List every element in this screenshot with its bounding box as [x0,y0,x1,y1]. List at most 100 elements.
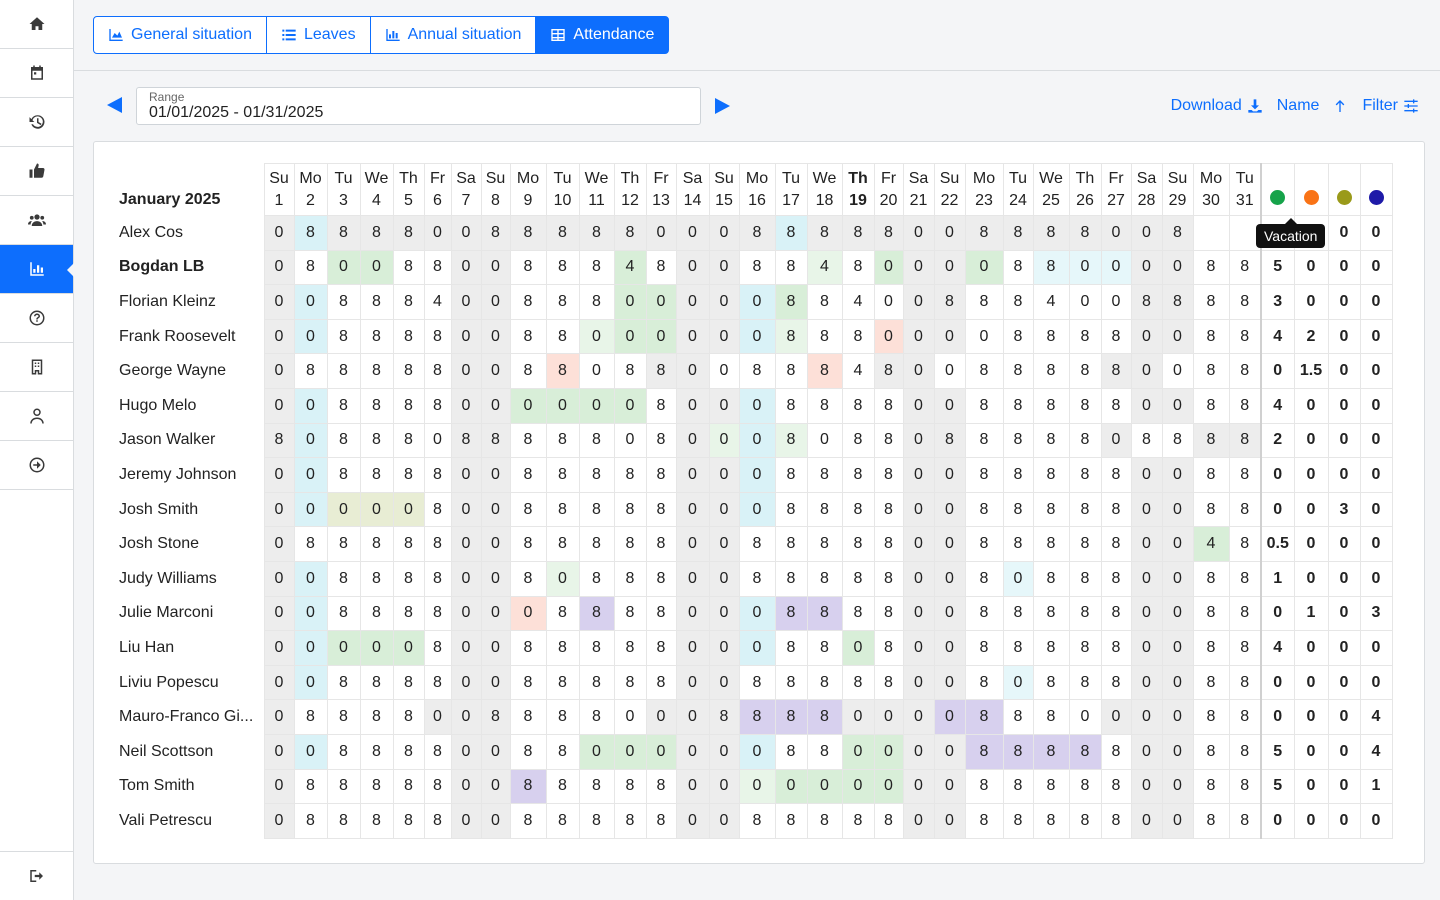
attendance-cell[interactable]: 0 [902,457,935,493]
attendance-cell[interactable]: 0 [675,422,710,459]
attendance-cell[interactable]: 8 [1032,318,1070,355]
attendance-cell[interactable]: 0 [933,457,966,493]
attendance-cell[interactable]: 0 [902,630,935,666]
attendance-cell[interactable]: 8 [645,803,677,839]
attendance-cell[interactable]: 8 [578,249,615,286]
attendance-cell[interactable]: 0 [480,491,511,528]
attendance-cell[interactable]: 0 [708,491,740,528]
attendance-cell[interactable]: 0 [450,595,482,632]
attendance-cell[interactable]: 8 [645,768,677,805]
attendance-cell[interactable]: 8 [964,422,1004,459]
attendance-cell[interactable]: 8 [326,526,361,562]
employee-name[interactable]: Jason Walker [107,423,264,458]
attendance-cell[interactable]: 0 [841,733,875,770]
attendance-cell[interactable]: 8 [1002,215,1034,251]
attendance-cell[interactable]: 8 [293,353,328,389]
previous-month-arrow-icon[interactable] [107,97,122,113]
attendance-cell[interactable]: 0 [738,387,776,424]
range-field[interactable]: Range 01/01/2025 - 01/31/2025 [136,87,701,125]
sidebar-item-home[interactable] [0,0,73,49]
attendance-cell[interactable]: 8 [578,803,615,839]
attendance-cell[interactable]: 0 [263,803,295,839]
attendance-cell[interactable]: 8 [1192,560,1230,597]
attendance-cell[interactable]: 8 [578,215,615,251]
attendance-cell[interactable]: 0 [933,768,966,805]
attendance-cell[interactable]: 8 [545,595,580,632]
attendance-cell[interactable]: 8 [1130,422,1163,459]
attendance-cell[interactable]: 8 [774,803,808,839]
attendance-cell[interactable]: 0 [1161,491,1194,528]
attendance-cell[interactable]: 8 [423,387,452,424]
leave-type-dot-icon[interactable] [1368,190,1384,205]
range-value[interactable]: 01/01/2025 - 01/31/2025 [149,104,323,122]
attendance-cell[interactable]: 0 [392,630,425,666]
attendance-cell[interactable]: 8 [1100,595,1132,632]
attendance-cell[interactable]: 8 [613,457,647,493]
attendance-cell[interactable]: 8 [1068,353,1102,389]
attendance-cell[interactable]: 0 [873,249,904,286]
attendance-cell[interactable]: 8 [423,353,452,389]
attendance-cell[interactable]: 8 [1002,318,1034,355]
attendance-cell[interactable]: 0 [263,284,295,320]
attendance-cell[interactable]: 0 [933,353,966,389]
attendance-cell[interactable]: 8 [738,526,776,562]
attendance-cell[interactable]: 0 [263,491,295,528]
attendance-cell[interactable]: 0 [1161,387,1194,424]
attendance-cell[interactable]: 8 [708,699,740,735]
attendance-cell[interactable]: 0 [263,353,295,389]
attendance-cell[interactable]: 8 [964,353,1004,389]
attendance-cell[interactable]: 0 [902,768,935,805]
attendance-cell[interactable]: 8 [933,284,966,320]
sidebar-item-help[interactable] [0,294,73,343]
attendance-cell[interactable]: 8 [1192,491,1230,528]
attendance-cell[interactable]: 8 [1192,595,1230,632]
attendance-cell[interactable]: 4 [806,249,843,286]
attendance-cell[interactable]: 0 [902,215,935,251]
attendance-cell[interactable]: 0 [708,353,740,389]
attendance-cell[interactable]: 0 [1130,215,1163,251]
filter-button[interactable]: Filter [1362,97,1419,115]
employee-name[interactable]: Josh Smith [107,492,264,527]
attendance-cell[interactable]: 0 [450,215,482,251]
attendance-cell[interactable]: 8 [326,387,361,424]
attendance-cell[interactable]: 0 [293,595,328,632]
attendance-cell[interactable]: 8 [1161,422,1194,459]
attendance-cell[interactable]: 8 [1068,768,1102,805]
attendance-cell[interactable]: 0 [263,387,295,424]
attendance-cell[interactable]: 8 [480,215,511,251]
attendance-cell[interactable]: 0 [675,664,710,701]
attendance-cell[interactable]: 8 [1068,630,1102,666]
attendance-cell[interactable]: 0 [738,768,776,805]
attendance-cell[interactable]: 8 [392,664,425,701]
attendance-cell[interactable]: 8 [392,353,425,389]
attendance-cell[interactable]: 0 [263,249,295,286]
attendance-cell[interactable]: 8 [359,526,394,562]
attendance-cell[interactable]: 8 [326,699,361,735]
attendance-cell[interactable]: 0 [708,249,740,286]
attendance-cell[interactable]: 0 [675,526,710,562]
attendance-cell[interactable]: 0 [841,699,875,735]
attendance-cell[interactable]: 0 [480,387,511,424]
attendance-cell[interactable]: 8 [645,422,677,459]
attendance-cell[interactable]: 8 [841,595,875,632]
attendance-cell[interactable]: 0 [738,422,776,459]
attendance-cell[interactable]: 0 [578,353,615,389]
attendance-cell[interactable]: 8 [392,457,425,493]
attendance-cell[interactable]: 8 [1100,630,1132,666]
attendance-cell[interactable]: 8 [423,664,452,701]
attendance-cell[interactable]: 0 [1130,803,1163,839]
attendance-cell[interactable]: 8 [392,215,425,251]
tab-general-situation[interactable]: General situation [93,16,267,54]
attendance-cell[interactable]: 8 [933,422,966,459]
attendance-cell[interactable]: 8 [359,353,394,389]
attendance-cell[interactable]: 8 [293,215,328,251]
attendance-cell[interactable]: 8 [841,387,875,424]
attendance-cell[interactable]: 8 [359,387,394,424]
attendance-cell[interactable]: 8 [774,457,808,493]
attendance-cell[interactable]: 0 [423,422,452,459]
attendance-cell[interactable]: 0 [1130,699,1163,735]
attendance-cell[interactable]: 8 [1032,526,1070,562]
attendance-cell[interactable]: 8 [964,457,1004,493]
attendance-cell[interactable]: 8 [359,318,394,355]
attendance-cell[interactable]: 8 [509,249,547,286]
